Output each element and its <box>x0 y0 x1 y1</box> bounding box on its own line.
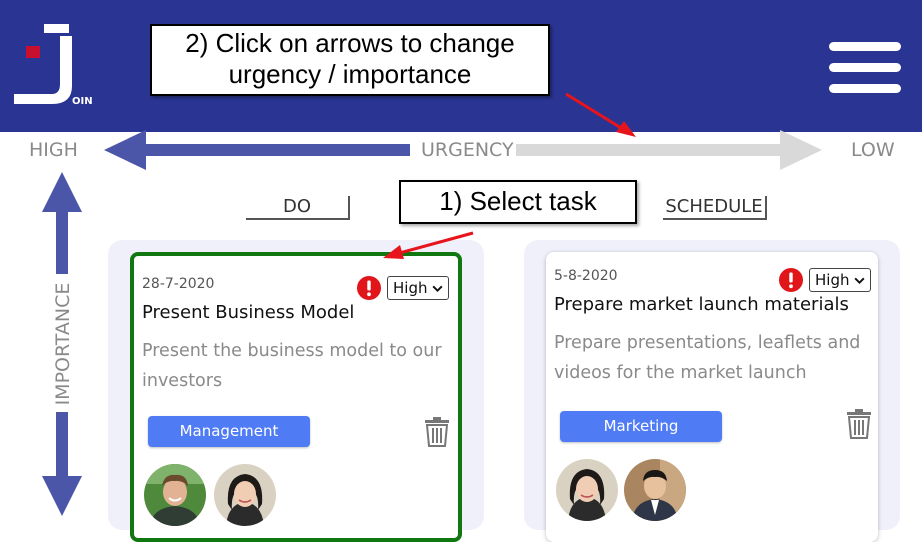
red-pointer-arrow <box>565 92 636 137</box>
annotation-overlay <box>383 92 636 259</box>
red-pointer-arrow <box>383 231 474 259</box>
